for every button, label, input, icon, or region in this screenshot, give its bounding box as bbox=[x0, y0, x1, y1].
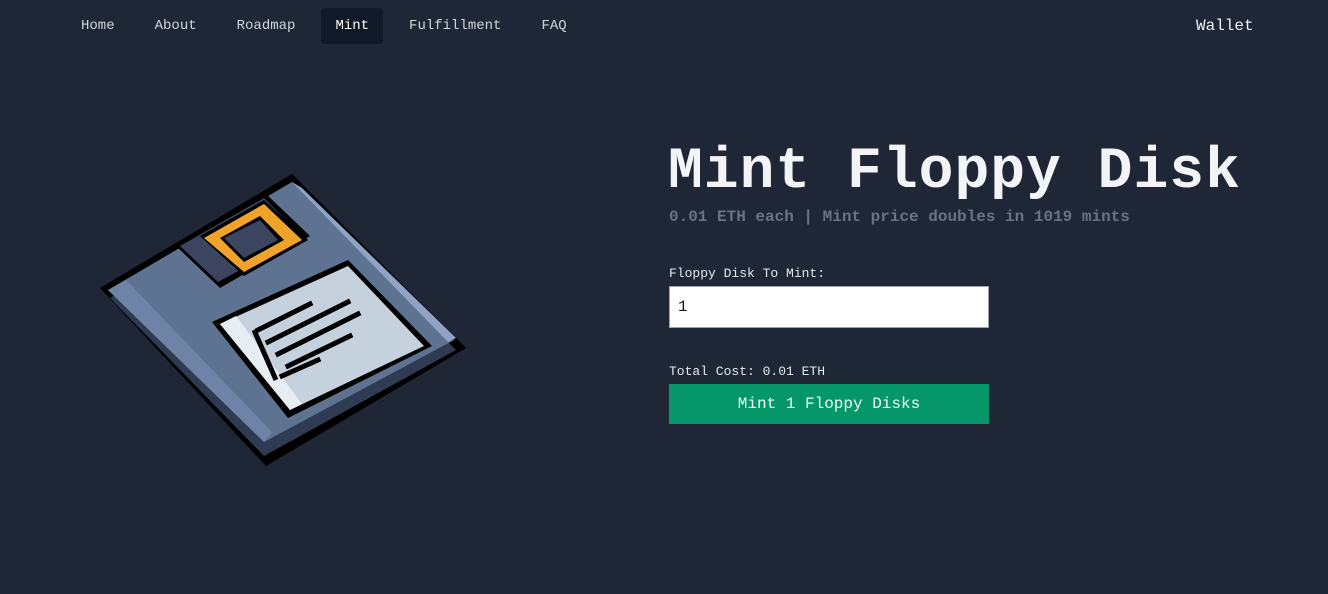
top-nav: Home About Roadmap Mint Fulfillment FAQ bbox=[67, 8, 593, 44]
nav-mint[interactable]: Mint bbox=[321, 8, 384, 44]
page-title: Mint Floppy Disk bbox=[668, 140, 1241, 205]
nav-about[interactable]: About bbox=[141, 8, 211, 44]
nav-home[interactable]: Home bbox=[67, 8, 129, 44]
floppy-disk-icon bbox=[100, 174, 466, 466]
total-cost: Total Cost: 0.01 ETH bbox=[669, 364, 826, 379]
mint-button[interactable]: Mint 1 Floppy Disks bbox=[669, 384, 989, 424]
quantity-input[interactable] bbox=[669, 286, 989, 328]
quantity-label: Floppy Disk To Mint: bbox=[669, 266, 826, 281]
nav-faq[interactable]: FAQ bbox=[527, 8, 580, 44]
mint-page: Home About Roadmap Mint Fulfillment FAQ … bbox=[0, 0, 1328, 594]
nav-roadmap[interactable]: Roadmap bbox=[223, 8, 310, 44]
floppy-disk-image bbox=[96, 170, 476, 470]
price-subtitle: 0.01 ETH each | Mint price doubles in 10… bbox=[669, 208, 1130, 226]
wallet-button[interactable]: Wallet bbox=[1180, 8, 1270, 44]
nav-fulfillment[interactable]: Fulfillment bbox=[395, 8, 515, 44]
